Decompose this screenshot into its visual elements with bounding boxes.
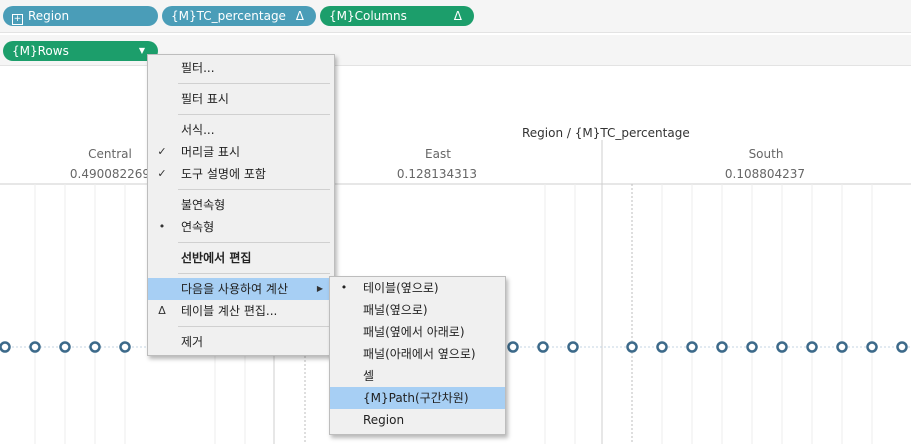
marker <box>0 341 11 353</box>
delta-icon: Δ <box>295 9 304 23</box>
marker <box>89 341 101 353</box>
submenu-item-cell[interactable]: 셀 <box>330 365 505 387</box>
menu-item-include-in-tooltip[interactable]: ✓ 도구 설명에 포함 <box>148 163 334 185</box>
menu-item-discrete[interactable]: 불연속형 <box>148 194 334 216</box>
bullet-icon: • <box>158 220 166 233</box>
menu-item-label: 다음을 사용하여 계산 <box>181 282 288 296</box>
submenu-item-path-bin[interactable]: {M}Path(구간차원) <box>330 387 505 409</box>
menu-item-label: 필터 표시 <box>181 92 229 106</box>
menu-item-remove[interactable]: 제거 <box>148 331 334 353</box>
submenu-item-pane-across[interactable]: 패널(옆으로) <box>330 299 505 321</box>
column-header-east[interactable]: East <box>398 147 478 161</box>
menu-separator <box>178 273 330 274</box>
menu-item-compute-using[interactable]: 다음을 사용하여 계산 ▶ <box>148 278 334 300</box>
submenu-item-label: 패널(아래에서 옆으로) <box>363 347 476 361</box>
menu-item-format[interactable]: 서식... <box>148 119 334 141</box>
menu-item-label: 서식... <box>181 123 215 137</box>
columns-pill[interactable]: {M}Columns Δ <box>320 6 474 26</box>
menu-separator <box>178 326 330 327</box>
checkmark-icon: ✓ <box>157 167 167 180</box>
delta-icon: Δ <box>158 304 166 317</box>
submenu-item-label: 패널(옆에서 아래로) <box>363 325 465 339</box>
header-title: Region / {M}TC_percentage <box>522 126 690 140</box>
column-value-east: 0.128134313 <box>396 167 478 181</box>
delta-icon: Δ <box>453 9 462 23</box>
context-menu: 필터... 필터 표시 서식... ✓ 머리글 표시 ✓ 도구 설명에 포함 불… <box>147 54 335 356</box>
rows-pill[interactable]: {M}Rows ▼ <box>3 41 158 61</box>
marker <box>567 341 579 353</box>
submenu-item-pane-down-then-across[interactable]: 패널(아래에서 옆으로) <box>330 343 505 365</box>
menu-item-label: 제거 <box>181 335 204 349</box>
submenu-item-table-across[interactable]: • 테이블(옆으로) <box>330 277 505 299</box>
marker <box>29 341 41 353</box>
submenu-item-label: Region <box>363 413 405 427</box>
marker <box>716 341 728 353</box>
checkmark-icon: ✓ <box>157 145 167 158</box>
submenu-item-region[interactable]: Region <box>330 409 505 431</box>
marker <box>866 341 878 353</box>
menu-separator <box>178 189 330 190</box>
column-value-south: 0.108804237 <box>724 167 806 181</box>
chevron-down-icon[interactable]: ▼ <box>139 41 145 61</box>
marker <box>896 341 908 353</box>
menu-separator <box>178 242 330 243</box>
menu-item-show-filter[interactable]: 필터 표시 <box>148 88 334 110</box>
marker <box>59 341 71 353</box>
marker <box>836 341 848 353</box>
region-pill-label: Region <box>28 9 70 23</box>
submenu-item-label: 패널(옆으로) <box>363 303 428 317</box>
menu-item-label: 불연속형 <box>181 198 226 212</box>
column-value-central: 0.490082269 <box>69 167 151 181</box>
marker <box>537 341 549 353</box>
marker <box>686 341 698 353</box>
marker <box>656 341 668 353</box>
bullet-icon: • <box>340 281 348 294</box>
submenu-item-label: 셀 <box>363 369 375 383</box>
marker <box>119 341 131 353</box>
menu-item-edit-in-shelf[interactable]: 선반에서 편집 <box>148 247 334 269</box>
menu-item-continuous[interactable]: • 연속형 <box>148 216 334 238</box>
marker <box>746 341 758 353</box>
plus-box-icon[interactable]: + <box>12 14 23 25</box>
menu-separator <box>178 114 330 115</box>
tc-percentage-pill[interactable]: {M}TC_percentage Δ <box>162 6 316 26</box>
columns-pill-label: {M}Columns <box>329 9 407 23</box>
menu-item-edit-table-calc[interactable]: Δ 테이블 계산 편집... <box>148 300 334 322</box>
marker <box>776 341 788 353</box>
column-header-south[interactable]: South <box>726 147 806 161</box>
column-header-central[interactable]: Central <box>70 147 150 161</box>
menu-item-label: 연속형 <box>181 220 215 234</box>
menu-item-filter[interactable]: 필터... <box>148 57 334 79</box>
menu-item-label: 머리글 표시 <box>181 145 241 159</box>
chevron-right-icon: ▶ <box>316 284 323 293</box>
rows-pill-label: {M}Rows <box>12 44 69 58</box>
marker <box>626 341 638 353</box>
menu-item-label: 테이블 계산 편집... <box>181 304 278 318</box>
marker <box>806 341 818 353</box>
submenu-item-pane-across-then-down[interactable]: 패널(옆에서 아래로) <box>330 321 505 343</box>
menu-item-show-header[interactable]: ✓ 머리글 표시 <box>148 141 334 163</box>
submenu-item-label: 테이블(옆으로) <box>363 281 439 295</box>
region-pill[interactable]: + Region <box>3 6 158 26</box>
menu-item-label: 선반에서 편집 <box>181 251 252 265</box>
menu-separator <box>178 83 330 84</box>
menu-item-label: 도구 설명에 포함 <box>181 167 266 181</box>
tc-percentage-pill-label: {M}TC_percentage <box>171 9 286 23</box>
menu-item-label: 필터... <box>181 61 215 75</box>
submenu-item-label: {M}Path(구간차원) <box>363 391 469 405</box>
marker <box>507 341 519 353</box>
compute-using-submenu: • 테이블(옆으로) 패널(옆으로) 패널(옆에서 아래로) 패널(아래에서 옆… <box>329 276 506 435</box>
